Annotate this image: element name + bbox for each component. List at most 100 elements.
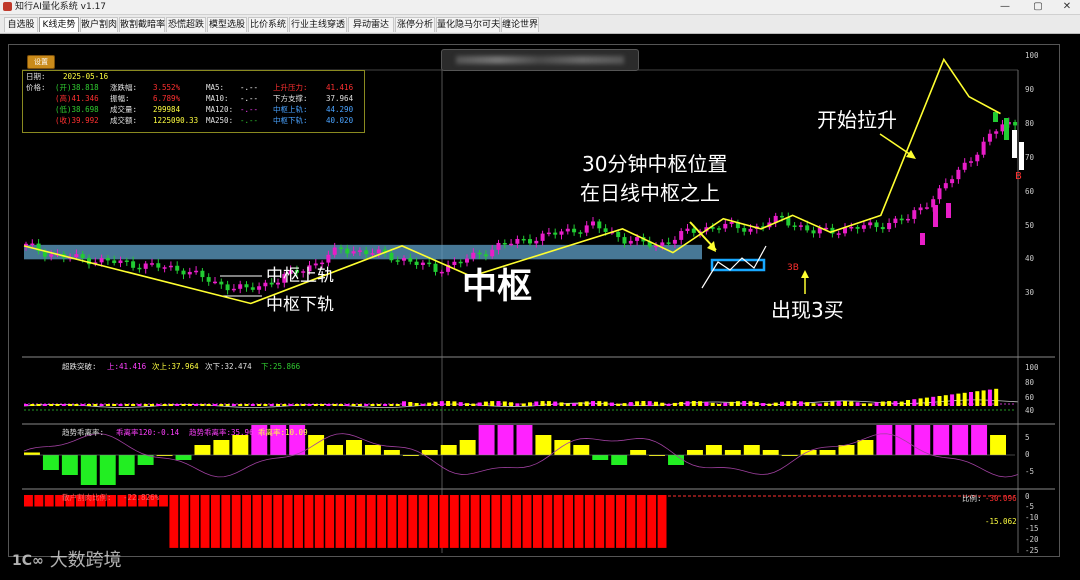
panel1-bar — [439, 401, 444, 406]
candle-body — [496, 242, 501, 250]
panel1-bar — [49, 404, 54, 406]
panel1-bar — [68, 404, 73, 406]
panel1-axis-tick: 40 — [1025, 406, 1035, 415]
surge-candle — [993, 112, 998, 122]
ma5-value: -.-- — [240, 83, 259, 92]
panel1-bar — [446, 401, 451, 406]
candle-body — [811, 230, 816, 234]
panel1-bar — [836, 401, 841, 406]
panel1-bar — [824, 402, 829, 406]
panel3-bar — [574, 495, 584, 548]
panel1-bar — [36, 404, 41, 406]
candle-body — [181, 270, 186, 275]
panel3-ratio-value: -30.096 — [985, 494, 1017, 503]
candle-body — [912, 210, 917, 219]
candle-body — [729, 222, 734, 224]
panel3-bar — [470, 495, 480, 548]
panel1-bar — [685, 401, 690, 406]
panel1-bar — [490, 401, 495, 406]
candle-body — [553, 232, 558, 235]
panel3-axis-tick: -20 — [1025, 535, 1039, 544]
main-axis-tick: 50 — [1025, 220, 1035, 230]
panel3-bar — [210, 495, 220, 548]
main-axis-tick: 60 — [1025, 186, 1035, 196]
candle-body — [244, 284, 249, 288]
panel1-bar — [868, 403, 873, 406]
panel3-bar — [501, 495, 511, 548]
panel2-bar — [327, 445, 344, 455]
ma250-value: -.-- — [240, 116, 259, 125]
panel3-bar — [522, 495, 532, 548]
panel3-side-value: -15.062 — [985, 517, 1017, 526]
candle-body — [987, 133, 992, 142]
panel1-bar — [301, 404, 306, 406]
candle-body — [213, 281, 217, 284]
panel1-bar — [987, 389, 992, 406]
candle-body — [528, 239, 532, 244]
candle-body — [206, 277, 211, 282]
candle-body — [628, 240, 633, 244]
panel1-bar — [307, 404, 312, 406]
panel3-ratio-label: 比例: — [962, 494, 982, 503]
panel1-bar — [181, 404, 186, 406]
candle-body — [477, 252, 482, 255]
panel2-title: 趋势乖离率: — [62, 428, 105, 437]
panel1-bar — [131, 404, 136, 406]
panel1-bar — [452, 401, 457, 406]
panel2-bar — [308, 435, 325, 455]
third-buy-annotation: 出现3买 — [771, 298, 844, 322]
panel2-bar — [516, 425, 533, 455]
panel1-bar — [93, 404, 98, 406]
panel2-bar — [346, 440, 362, 455]
panel1-bar — [175, 404, 180, 406]
panel1-bar — [339, 404, 343, 406]
panel1-bar — [887, 401, 892, 406]
panel3-bar — [553, 495, 563, 548]
panel1-bar — [792, 401, 797, 406]
panel1-bar — [30, 404, 35, 406]
panel1-bar — [477, 402, 482, 406]
panel2-bar — [24, 452, 40, 455]
candle-body — [225, 284, 230, 291]
panel1-next-up: 次上:37.964 — [152, 362, 199, 371]
panel2-bar — [573, 445, 590, 455]
watermark: 1C∞ 大数跨境 — [12, 546, 122, 574]
panel2-bar — [611, 455, 628, 465]
candle-body — [861, 225, 866, 229]
panel3-bar — [543, 495, 553, 548]
candle-body — [1013, 122, 1018, 126]
candle-body — [351, 251, 356, 254]
stock-search-input[interactable] — [441, 49, 639, 71]
candle-body — [836, 233, 841, 235]
panel1-bar — [742, 401, 747, 406]
candle-body — [408, 258, 413, 262]
third-buy-arrowhead — [801, 270, 809, 278]
panel1-bar — [118, 404, 123, 406]
panel1-bar — [666, 403, 671, 406]
panel2-trend-dev: 趋势乖离率:35.96 — [189, 428, 254, 437]
candle-body — [868, 222, 873, 226]
panel2-bar — [421, 450, 438, 455]
panel1-bar — [509, 402, 514, 406]
panel1-bar — [710, 402, 715, 406]
pivot-lower-annotation: 中枢下轨 — [266, 295, 334, 315]
panel1-axis-tick: 60 — [1025, 393, 1035, 402]
panel3-bar — [356, 495, 366, 548]
panel1-bar — [383, 404, 388, 406]
panel1-bar — [628, 402, 633, 406]
panel2-bar — [762, 450, 779, 455]
panel1-bar — [798, 401, 803, 406]
panel1-bar — [408, 401, 413, 406]
panel1-bar — [24, 404, 28, 406]
candle-body — [137, 267, 142, 270]
candle-body — [950, 179, 955, 184]
candle-body — [452, 261, 457, 265]
candle-body — [490, 249, 495, 257]
candle-body — [156, 263, 161, 268]
candle-body — [112, 260, 117, 264]
panel3-axis-tick: 0 — [1025, 492, 1030, 501]
panel1-bar — [137, 404, 142, 406]
settings-button[interactable]: 设置 — [27, 55, 55, 69]
watermark-logo: 1C∞ — [12, 553, 44, 569]
panel1-bar — [276, 404, 280, 406]
